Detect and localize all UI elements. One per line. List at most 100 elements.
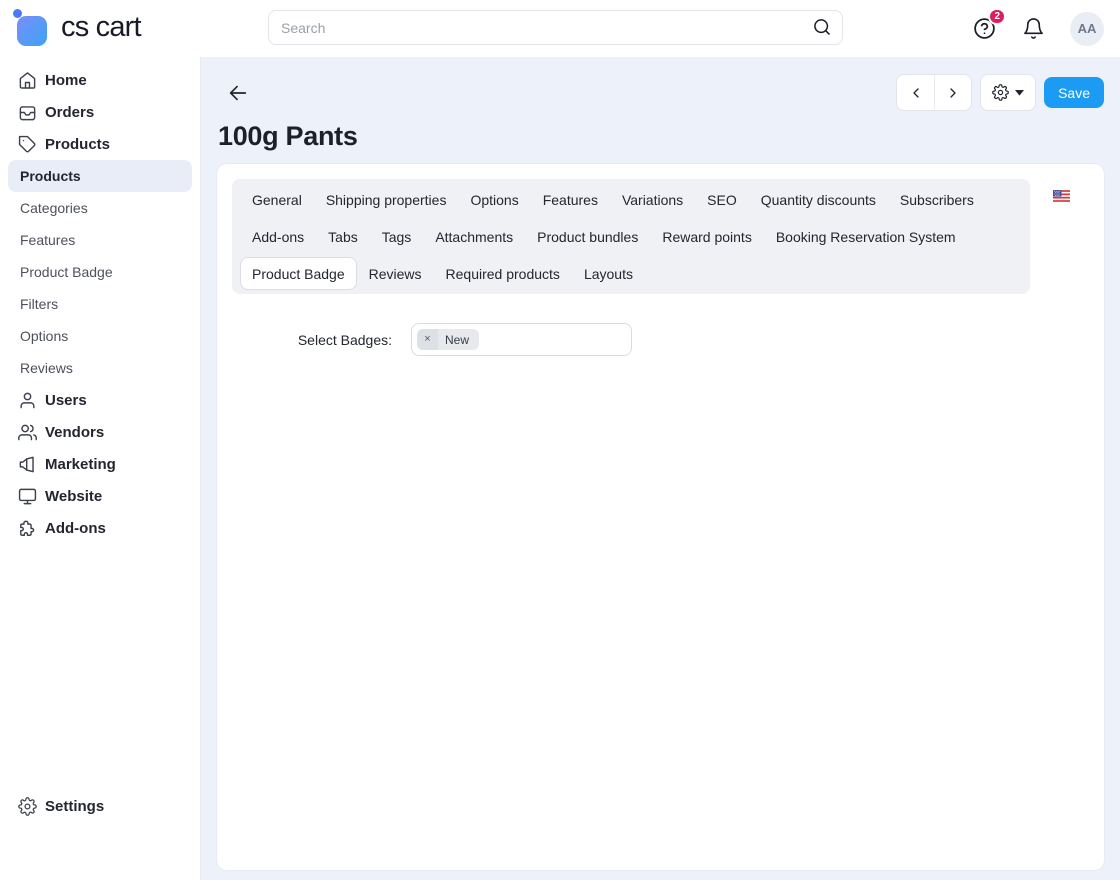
sidebar-item-orders[interactable]: Orders: [0, 96, 200, 128]
sidebar-item-label: Website: [45, 487, 103, 505]
inbox-icon: [18, 103, 37, 122]
sidebar-subitem-label: Products: [20, 168, 81, 184]
sidebar-item-label: Home: [45, 71, 87, 89]
sidebar-subitem-categories[interactable]: Categories: [8, 192, 192, 224]
sidebar: Home Orders Products Products Categories…: [0, 57, 201, 880]
content-card: General Shipping properties Options Feat…: [217, 164, 1104, 870]
tab-subscribers[interactable]: Subscribers: [888, 183, 986, 216]
sidebar-item-website[interactable]: Website: [0, 480, 200, 512]
sidebar-item-vendors[interactable]: Vendors: [0, 416, 200, 448]
search-bar: [268, 10, 843, 45]
logo-text: cs cart: [61, 10, 142, 43]
badge-chip-label: New: [445, 332, 470, 347]
sidebar-item-label: Orders: [45, 103, 95, 121]
logo-dot-shape: [13, 9, 22, 18]
sidebar-subitem-label: Reviews: [20, 360, 73, 376]
badge-chip: × New: [417, 329, 480, 350]
sidebar-subitem-reviews[interactable]: Reviews: [8, 352, 192, 384]
topbar-actions: 2 AA: [972, 0, 1104, 57]
tab-reviews[interactable]: Reviews: [357, 257, 434, 290]
sidebar-subitem-products[interactable]: Products: [8, 160, 192, 192]
sidebar-item-marketing[interactable]: Marketing: [0, 448, 200, 480]
tabs-area: General Shipping properties Options Feat…: [232, 179, 1089, 294]
prev-product-button[interactable]: [897, 75, 935, 110]
sidebar-subitem-label: Options: [20, 328, 69, 344]
megaphone-icon: [18, 455, 37, 474]
help-button[interactable]: 2: [972, 8, 1006, 41]
tab-product-bundles[interactable]: Product bundles: [525, 220, 650, 253]
sidebar-item-label: Marketing: [45, 455, 116, 473]
page-title: 100g Pants: [218, 121, 358, 151]
sidebar-item-label: Products: [45, 135, 111, 153]
tab-seo[interactable]: SEO: [695, 183, 749, 216]
sidebar-item-label: Add-ons: [45, 519, 106, 537]
tab-product-badge[interactable]: Product Badge: [240, 257, 357, 290]
sidebar-subitem-label: Product Badge: [20, 264, 113, 280]
logo-square-shape: [17, 16, 47, 46]
users-icon: [18, 423, 37, 442]
sidebar-item-addons[interactable]: Add-ons: [0, 512, 200, 544]
sidebar-subitem-product-badge[interactable]: Product Badge: [8, 256, 192, 288]
tab-quantity-discounts[interactable]: Quantity discounts: [749, 183, 888, 216]
tab-variations[interactable]: Variations: [610, 183, 695, 216]
remove-badge-button[interactable]: ×: [417, 329, 438, 350]
cs-cart-logo[interactable]: cs cart: [13, 7, 142, 47]
select-badges-row: Select Badges: × New: [232, 323, 1089, 356]
prev-next-group: [896, 74, 973, 111]
notifications-button[interactable]: [1022, 17, 1045, 40]
select-badges-label: Select Badges:: [297, 331, 392, 348]
tab-options[interactable]: Options: [458, 183, 530, 216]
sidebar-item-products[interactable]: Products: [0, 128, 200, 160]
tab-general[interactable]: General: [240, 183, 314, 216]
tab-booking-reservation-system[interactable]: Booking Reservation System: [764, 220, 968, 253]
puzzle-icon: [18, 519, 37, 538]
cs-cart-logo-icon: [13, 7, 50, 47]
main-content: Save 100g Pants General Shipping propert…: [201, 57, 1120, 880]
monitor-icon: [18, 487, 37, 506]
sidebar-item-label: Settings: [45, 797, 105, 815]
tab-layouts[interactable]: Layouts: [572, 257, 645, 290]
home-icon: [18, 71, 37, 90]
next-product-button[interactable]: [934, 75, 972, 110]
sidebar-item-label: Users: [45, 391, 87, 409]
tab-required-products[interactable]: Required products: [434, 257, 572, 290]
back-button[interactable]: [223, 78, 253, 108]
tab-addons[interactable]: Add-ons: [240, 220, 316, 253]
caret-down-icon: [1015, 89, 1025, 96]
bell-icon: [1024, 18, 1043, 39]
sidebar-subitem-label: Features: [20, 232, 76, 248]
tab-shipping-properties[interactable]: Shipping properties: [314, 183, 459, 216]
topbar: cs cart 2 AA: [0, 0, 1120, 57]
select-badges-input[interactable]: × New: [411, 323, 632, 356]
sidebar-item-settings[interactable]: Settings: [0, 790, 200, 822]
sidebar-subitem-filters[interactable]: Filters: [8, 288, 192, 320]
toolbar-actions: Save: [896, 74, 1104, 111]
tab-attachments[interactable]: Attachments: [423, 220, 525, 253]
help-count-badge: 2: [988, 8, 1006, 25]
tab-bar: General Shipping properties Options Feat…: [232, 179, 1030, 294]
tab-reward-points[interactable]: Reward points: [650, 220, 764, 253]
save-button[interactable]: Save: [1044, 77, 1104, 108]
sidebar-item-label: Vendors: [45, 423, 105, 441]
sidebar-subitem-label: Categories: [20, 200, 88, 216]
avatar[interactable]: AA: [1070, 11, 1104, 46]
chevron-right-icon: [950, 87, 956, 98]
sidebar-item-users[interactable]: Users: [0, 384, 200, 416]
sidebar-subitem-options[interactable]: Options: [8, 320, 192, 352]
settings-dropdown-button[interactable]: [980, 74, 1037, 111]
search-input[interactable]: [268, 10, 843, 45]
search-icon[interactable]: [812, 17, 832, 37]
tab-tags[interactable]: Tags: [370, 220, 424, 253]
gear-icon: [992, 84, 1009, 101]
user-icon: [18, 391, 37, 410]
us-flag-icon[interactable]: [1053, 190, 1070, 202]
arrow-left-icon: [229, 85, 247, 100]
sidebar-item-home[interactable]: Home: [0, 64, 200, 96]
sidebar-subitem-label: Filters: [20, 296, 59, 312]
tab-tabs[interactable]: Tabs: [316, 220, 370, 253]
page-toolbar: Save: [217, 74, 1104, 111]
tag-icon: [18, 135, 37, 154]
tab-features[interactable]: Features: [531, 183, 610, 216]
sidebar-subitem-features[interactable]: Features: [8, 224, 192, 256]
chevron-left-icon: [912, 87, 919, 98]
